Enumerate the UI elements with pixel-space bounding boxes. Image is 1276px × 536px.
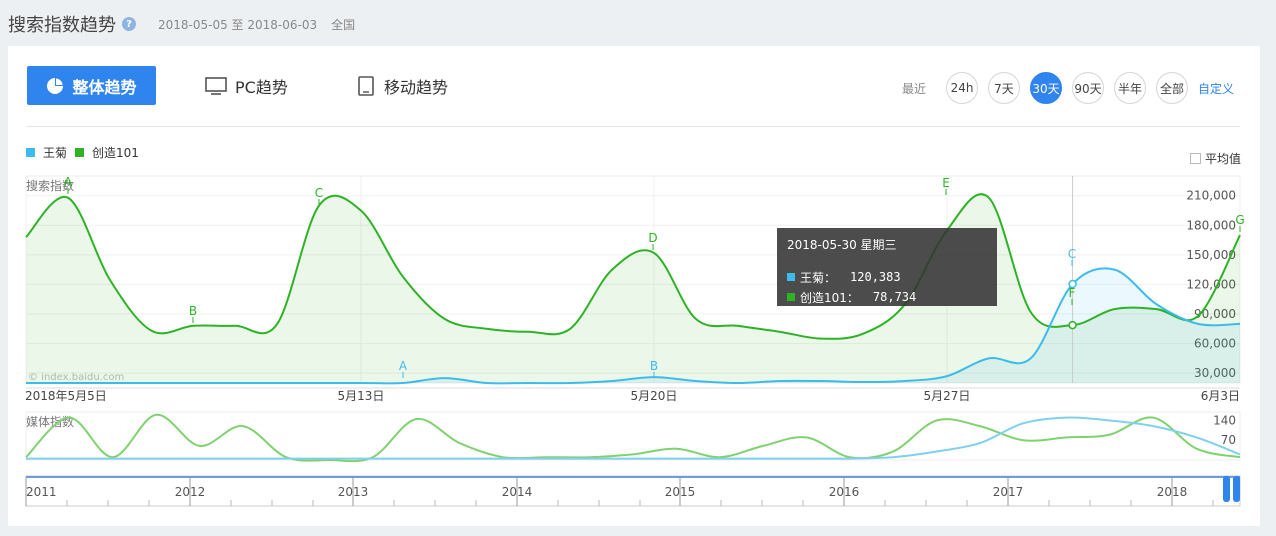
media-y-tick-label: 70 — [1221, 433, 1236, 447]
tooltip-row: 王菊： 120,383 — [787, 267, 987, 287]
event-marker-label: B — [650, 359, 658, 373]
timeline-year-label: 2013 — [338, 485, 369, 499]
x-tick-label: 2018年5月5日 — [25, 389, 107, 403]
tooltip-value: 78,734 — [872, 290, 917, 304]
event-marker-label: C — [1068, 247, 1076, 261]
x-tick-label: 5月20日 — [630, 389, 677, 403]
tooltip-date: 2018-05-30 星期三 — [787, 238, 897, 252]
x-tick-label: 6月3日 — [1201, 389, 1240, 403]
timeline-year-label: 2012 — [175, 485, 206, 499]
media-plot-area — [25, 411, 1241, 461]
event-marker-label: C — [315, 186, 323, 200]
media-chart-title: 媒体指数 — [26, 414, 74, 429]
x-tick-label: 5月27日 — [924, 389, 971, 403]
hover-point-produce101 — [1068, 320, 1077, 330]
timeline-year-label: 2018 — [1157, 485, 1188, 499]
tooltip-series-name: 创造101： — [800, 290, 859, 305]
event-marker-label: E — [942, 176, 950, 190]
tooltip-value: 120,383 — [850, 270, 901, 284]
y-tick-label: 210,000 — [1186, 189, 1236, 203]
x-tick-label: 5月13日 — [337, 389, 384, 403]
timeline-handle-right[interactable] — [1233, 476, 1240, 502]
timeline-year-label: 2016 — [829, 485, 860, 499]
event-marker-label: A — [64, 175, 73, 189]
event-marker-label: F — [1069, 286, 1076, 300]
y-tick-label: 180,000 — [1186, 218, 1236, 232]
event-marker-label: B — [189, 304, 197, 318]
event-marker-label: A — [399, 359, 408, 373]
tooltip-series-name: 王菊： — [800, 270, 837, 285]
timeline-year-label: 2014 — [502, 485, 533, 499]
timeline-handle-left[interactable] — [1223, 476, 1230, 502]
tooltip-swatch — [787, 293, 795, 301]
chart-tooltip: 2018-05-30 星期三 王菊： 120,383 创造101： 78,734 — [777, 228, 997, 306]
media-y-tick-label: 140 — [1213, 413, 1236, 427]
event-marker-label: G — [1235, 213, 1244, 227]
event-marker-label: D — [648, 231, 657, 245]
chart-canvas[interactable]: 30,00060,00090,000120,000150,000180,0002… — [0, 0, 1276, 536]
timeline-year-label: 2011 — [26, 485, 57, 499]
tooltip-swatch — [787, 273, 795, 281]
tooltip-row: 创造101： 78,734 — [787, 287, 987, 307]
timeline-year-label: 2017 — [993, 485, 1024, 499]
timeline-navigator — [25, 475, 1241, 507]
timeline-year-label: 2015 — [665, 485, 696, 499]
